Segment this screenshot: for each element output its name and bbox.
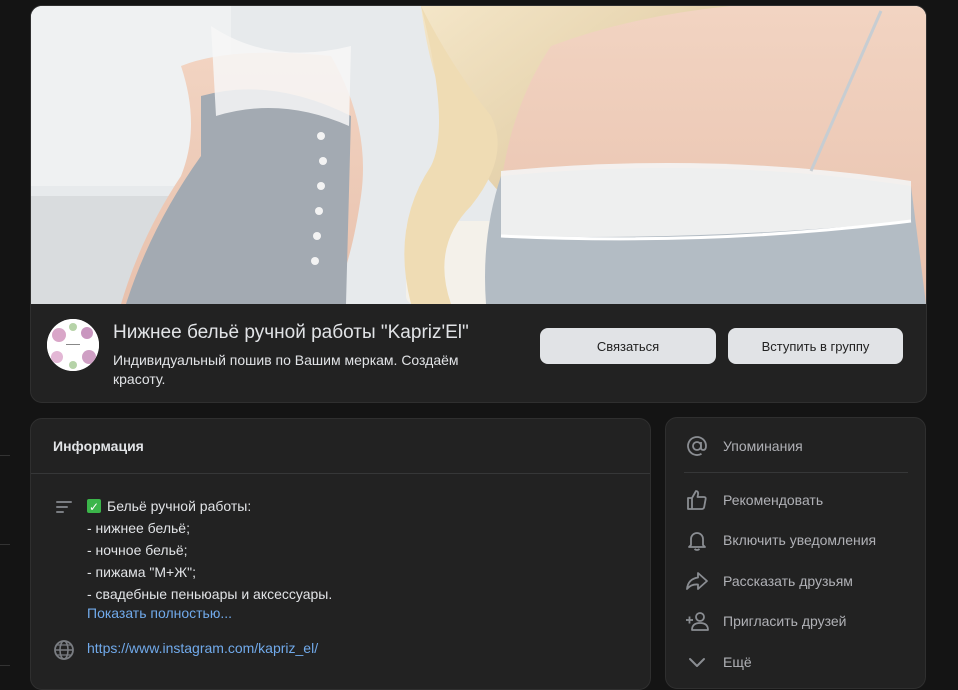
action-label: Пригласить друзей — [723, 613, 847, 629]
cover-photo-illustration — [31, 6, 926, 304]
divider — [31, 473, 650, 474]
globe-icon — [54, 640, 74, 660]
info-title: Информация — [53, 438, 144, 454]
description-line: - ночное бельё; — [87, 542, 188, 558]
chevron-down-icon — [689, 658, 705, 667]
left-edge-divider — [0, 665, 10, 666]
invite-friends-action[interactable]: Пригласить друзей — [666, 601, 925, 641]
enable-notifications-action[interactable]: Включить уведомления — [666, 520, 925, 560]
more-action[interactable]: Ещё — [666, 642, 925, 682]
description-line: - свадебные пеньюары и аксессуары. — [87, 586, 333, 602]
bell-icon — [688, 532, 706, 551]
at-icon — [687, 436, 707, 456]
left-edge-divider — [0, 455, 10, 456]
text-lines-icon — [56, 501, 72, 513]
action-label: Включить уведомления — [723, 532, 877, 548]
actions-card: Упоминания Рекомендовать Включить уведом… — [665, 417, 926, 689]
description-line: - нижнее бельё; — [87, 520, 190, 536]
recommend-action[interactable]: Рекомендовать — [666, 480, 925, 520]
join-group-button[interactable]: Вступить в группу — [728, 328, 903, 364]
action-label: Рекомендовать — [723, 492, 824, 508]
checkmark-icon — [87, 496, 101, 518]
share-icon — [686, 572, 708, 590]
website-link[interactable]: https://www.instagram.com/kapriz_el/ — [87, 640, 318, 656]
cover-image — [31, 6, 926, 304]
description-line: Бельё ручной работы: — [87, 495, 332, 518]
mentions-action[interactable]: Упоминания — [666, 426, 925, 466]
divider — [684, 472, 908, 473]
group-header-card: Нижнее бельё ручной работы "Kapriz'El" И… — [30, 5, 927, 403]
show-more-link[interactable]: Показать полностью... — [87, 605, 232, 621]
action-label: Рассказать друзьям — [723, 573, 853, 589]
description-text: Бельё ручной работы: - нижнее бельё; - н… — [87, 495, 332, 605]
info-card: Информация Бельё ручной работы: - нижнее… — [30, 418, 651, 690]
share-action[interactable]: Рассказать друзьям — [666, 561, 925, 601]
description-line: - пижама "М+Ж"; — [87, 564, 196, 580]
group-description: Индивидуальный пошив по Вашим меркам. Со… — [113, 352, 459, 387]
add-user-icon — [686, 612, 709, 631]
contact-button[interactable]: Связаться — [540, 328, 716, 364]
action-label: Ещё — [723, 654, 752, 670]
thumbs-up-icon — [687, 490, 707, 510]
group-title: Нижнее бельё ручной работы "Kapriz'El" — [113, 322, 469, 343]
left-edge-divider — [0, 544, 10, 545]
action-label: Упоминания — [723, 438, 803, 454]
flower-logo-icon — [47, 319, 99, 371]
group-avatar[interactable] — [47, 319, 99, 371]
